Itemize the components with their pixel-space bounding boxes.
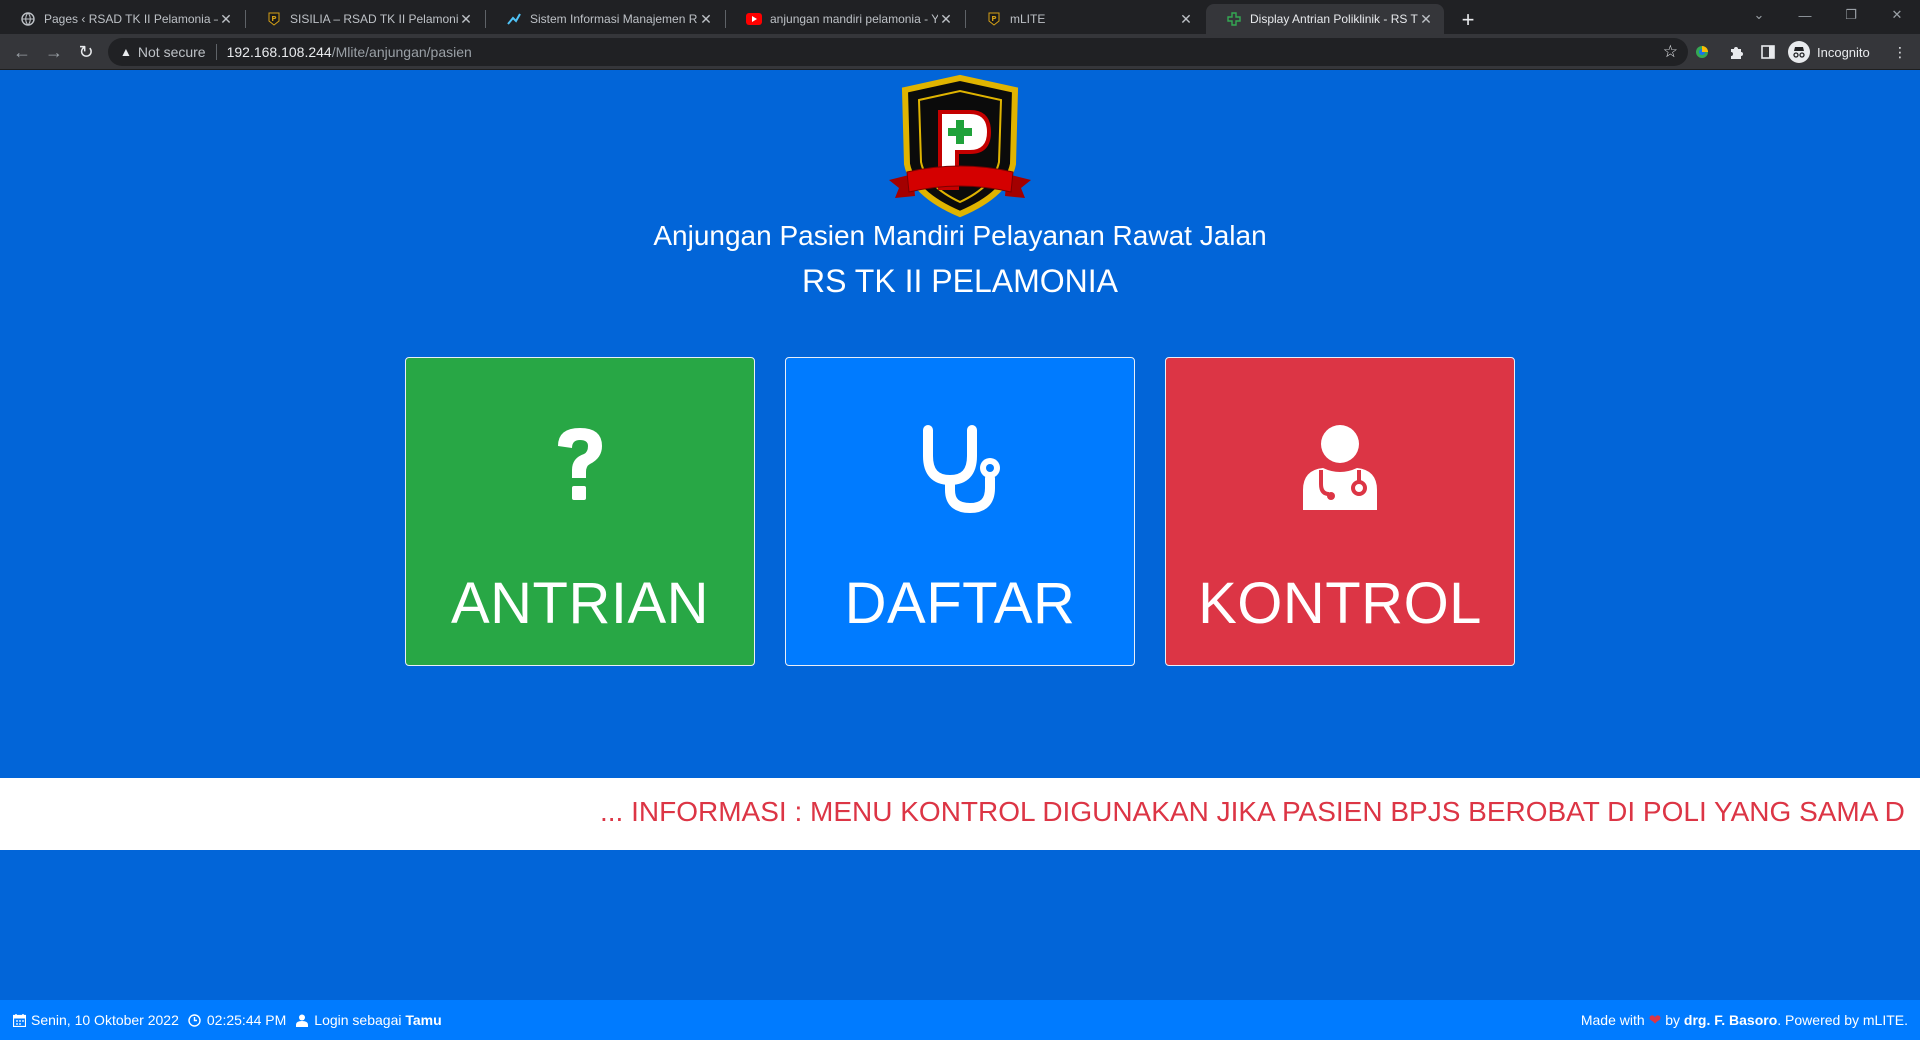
incognito-icon	[1788, 41, 1810, 63]
tab-close-icon[interactable]: ✕	[698, 11, 714, 27]
reload-icon[interactable]: ↻	[72, 38, 100, 66]
warning-icon: ▲	[120, 45, 132, 59]
browser-tab[interactable]: P mLITE ✕	[966, 4, 1204, 34]
tab-close-icon[interactable]: ✕	[218, 11, 234, 27]
footer: Senin, 10 Oktober 2022 02:25:44 PM Login…	[0, 1000, 1920, 1040]
side-panel-icon[interactable]	[1756, 40, 1780, 64]
back-arrow-icon[interactable]: ←	[8, 38, 36, 66]
browser-tab[interactable]: Sistem Informasi Manajemen Ru ✕	[486, 4, 724, 34]
clock-icon	[188, 1013, 202, 1027]
tab-close-icon[interactable]: ✕	[1178, 11, 1194, 27]
forward-arrow-icon[interactable]: →	[40, 38, 68, 66]
extension-colorful-icon[interactable]	[1690, 40, 1714, 64]
stethoscope-icon	[786, 424, 1134, 514]
omnibox-divider	[215, 44, 217, 60]
tab-search-icon[interactable]: ⌄	[1736, 0, 1782, 30]
bookmark-star-icon[interactable]: ☆	[1663, 42, 1678, 62]
globe-icon	[20, 11, 36, 27]
kontrol-button[interactable]: KONTROL	[1165, 357, 1515, 666]
hospital-cross-favicon	[1226, 11, 1242, 27]
footer-by: by	[1665, 1012, 1681, 1028]
doctor-icon	[1166, 424, 1514, 512]
tab-close-icon[interactable]: ✕	[458, 11, 474, 27]
user-icon	[295, 1013, 309, 1027]
footer-date: Senin, 10 Oktober 2022	[31, 1012, 179, 1028]
antrian-button[interactable]: ANTRIAN	[405, 357, 755, 666]
browser-toolbar: ← → ↻ ▲ Not secure 192.168.108.244/Mlite…	[0, 34, 1920, 70]
close-window-icon[interactable]: ✕	[1874, 0, 1920, 30]
minimize-icon[interactable]: —	[1782, 0, 1828, 30]
info-marquee-bar: ... INFORMASI : MENU KONTROL DIGUNAKAN J…	[0, 778, 1920, 850]
more-menu-icon[interactable]: ⋮	[1888, 40, 1912, 64]
heart-icon: ❤	[1648, 1012, 1662, 1029]
footer-powered: . Powered by mLITE.	[1777, 1012, 1908, 1028]
youtube-icon	[746, 11, 762, 27]
footer-author: drg. F. Basoro	[1683, 1012, 1778, 1028]
browser-tab[interactable]: P SISILIA – RSAD TK II Pelamonia ✕	[246, 4, 484, 34]
footer-login-user: Tamu	[405, 1012, 442, 1028]
svg-text:P: P	[991, 15, 996, 23]
browser-tab-active[interactable]: Display Antrian Poliklinik - RS TK ✕	[1206, 4, 1444, 34]
address-bar[interactable]: ▲ Not secure 192.168.108.244/Mlite/anjun…	[108, 38, 1688, 66]
tab-close-icon[interactable]: ✕	[1418, 11, 1434, 27]
restore-icon[interactable]: ❐	[1828, 0, 1874, 30]
calendar-icon	[12, 1013, 26, 1027]
question-icon	[406, 424, 754, 506]
footer-login-prefix: Login sebagai	[314, 1012, 402, 1028]
antrian-label: ANTRIAN	[450, 571, 710, 636]
extensions-puzzle-icon[interactable]	[1724, 40, 1748, 64]
simrs-favicon	[506, 11, 522, 27]
daftar-label: DAFTAR	[844, 571, 1076, 636]
tab-close-icon[interactable]: ✕	[938, 11, 954, 27]
daftar-button[interactable]: DAFTAR	[785, 357, 1135, 666]
hospital-name: RS TK II PELAMONIA	[802, 263, 1118, 299]
pelamonia-favicon: P	[266, 11, 282, 27]
browser-tab-bar: Pages ‹ RSAD TK II Pelamonia — ✕ P SISIL…	[0, 0, 1920, 34]
svg-text:P: P	[271, 15, 276, 23]
footer-time: 02:25:44 PM	[206, 1012, 287, 1028]
pelamonia-favicon: P	[986, 11, 1002, 27]
hospital-logo	[885, 72, 1035, 222]
incognito-profile-button[interactable]: Incognito	[1788, 40, 1870, 64]
kontrol-label: KONTROL	[1198, 571, 1482, 636]
new-tab-button[interactable]: +	[1454, 6, 1482, 34]
browser-tab[interactable]: Pages ‹ RSAD TK II Pelamonia — ✕	[0, 4, 244, 34]
browser-tab[interactable]: anjungan mandiri pelamonia - Yo ✕	[726, 4, 964, 34]
page-title: Anjungan Pasien Mandiri Pelayanan Rawat …	[653, 220, 1267, 251]
footer-made-with: Made with	[1580, 1012, 1645, 1028]
info-marquee-text: ... INFORMASI : MENU KONTROL DIGUNAKAN J…	[600, 796, 1905, 827]
